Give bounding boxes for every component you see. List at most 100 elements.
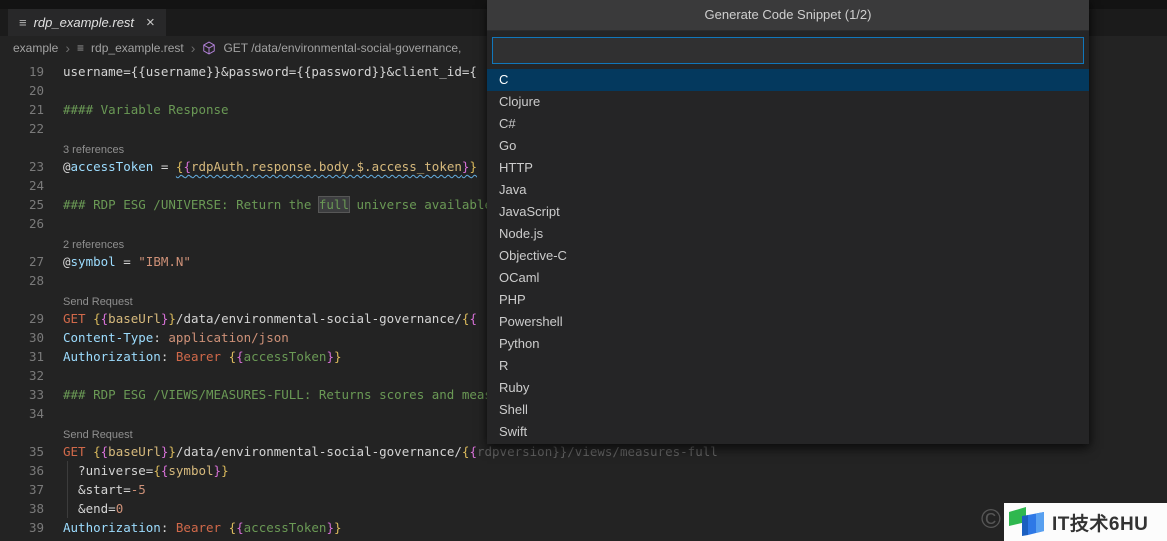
line-number: 32 <box>28 368 44 383</box>
code-token: username={{username}}&password={{passwor… <box>63 64 477 79</box>
code-token: @ <box>63 159 71 174</box>
code-token: Bearer <box>175 520 222 535</box>
quickpick-item[interactable]: Shell <box>487 399 1089 421</box>
quickpick-dialog: Generate Code Snippet (1/2) C Clojure C# Go… <box>487 0 1089 444</box>
symbol-cube-icon <box>202 41 216 55</box>
line-number: 33 <box>28 387 44 402</box>
quickpick-title: Generate Code Snippet (1/2) <box>487 0 1089 31</box>
code-token: #### Variable Response <box>63 102 229 117</box>
code-token: { <box>228 520 237 535</box>
quickpick-item[interactable]: OCaml <box>487 267 1089 289</box>
code-token: ### RDP ESG /UNIVERSE: Return the <box>63 197 319 212</box>
watermark-text: IT技术6HU <box>1052 513 1149 535</box>
code-line-content: 3 references <box>63 138 124 157</box>
code-token: } <box>213 463 222 478</box>
code-token: } <box>326 520 334 535</box>
code-token: /data/environmental-social-governance/ <box>175 444 462 459</box>
code-token: &start= <box>63 482 131 497</box>
code-line-content: &start=-5 <box>63 480 146 499</box>
code-line-content: Content-Type: application/json <box>63 328 289 347</box>
line-number: 39 <box>28 520 44 535</box>
line-number: 28 <box>28 273 44 288</box>
codelens-link[interactable]: Send Request <box>63 429 133 441</box>
line-number: 22 <box>28 121 44 136</box>
code-token: { <box>228 349 237 364</box>
line-number: 20 <box>28 83 44 98</box>
line-number: 27 <box>28 254 44 269</box>
quickpick-item[interactable]: C <box>487 69 1089 91</box>
line-number: 38 <box>28 501 44 516</box>
codelens-link[interactable]: Send Request <box>63 296 133 308</box>
line-number: 36 <box>28 463 44 478</box>
code-token: { <box>93 444 101 459</box>
quickpick-item[interactable]: JavaScript <box>487 201 1089 223</box>
quickpick-item[interactable]: Python <box>487 333 1089 355</box>
code-line-content: #### Variable Response <box>63 100 229 119</box>
code-token: application/json <box>160 330 289 345</box>
quickpick-item[interactable]: Objective-C <box>487 245 1089 267</box>
code-token: : <box>160 520 176 535</box>
breadcrumb-symbol[interactable]: GET /data/environmental-social-governanc… <box>223 41 461 55</box>
quickpick-list: C Clojure C# Go HTTP Java JavaScript Node.js Obj… <box>487 69 1089 443</box>
code-token: } <box>168 444 176 459</box>
quickpick-item[interactable]: PHP <box>487 289 1089 311</box>
tab-rdp-example-rest[interactable]: ≡ rdp_example.rest × <box>8 9 166 36</box>
code-token: } <box>168 311 176 326</box>
vscode-window: ≡ rdp_example.rest × example › ≡ rdp_exa… <box>0 0 1167 541</box>
code-token: Content-Type <box>63 330 154 345</box>
code-token: } <box>221 463 229 478</box>
quickpick-item[interactable]: Clojure <box>487 91 1089 113</box>
file-icon: ≡ <box>19 15 27 30</box>
codelens-link[interactable]: 3 references <box>63 144 124 156</box>
quickpick-input-wrap <box>487 31 1089 69</box>
quickpick-item[interactable]: Swift <box>487 421 1089 443</box>
code-token: rdpversion}}/views/measures-full <box>476 444 718 459</box>
codelens-link[interactable]: 2 references <box>63 239 124 251</box>
file-icon: ≡ <box>77 41 85 55</box>
code-token: { <box>183 159 191 174</box>
line-number: 23 <box>28 159 44 174</box>
code-line-content: &end=0 <box>63 499 123 518</box>
code-token: accessToken <box>70 159 154 174</box>
code-token: { <box>469 311 477 326</box>
chevron-right-icon: › <box>190 40 196 56</box>
code-token: Bearer <box>175 349 222 364</box>
line-number <box>0 423 63 442</box>
code-line-content: GET {{baseUrl}}/data/environmental-socia… <box>63 442 718 461</box>
code-token: } <box>333 349 342 364</box>
code-token: = <box>153 159 176 174</box>
code-token: = <box>115 254 139 269</box>
code-token: ### RDP ESG /VIEWS/MEASURES-FULL: Return… <box>63 387 523 402</box>
quickpick-item[interactable]: Node.js <box>487 223 1089 245</box>
quickpick-item[interactable]: Powershell <box>487 311 1089 333</box>
code-line-content: ### RDP ESG /UNIVERSE: Return the full u… <box>63 195 492 214</box>
quickpick-input[interactable] <box>492 37 1084 64</box>
breadcrumb-folder[interactable]: example <box>13 41 58 55</box>
code-line-content: Send Request <box>63 290 133 309</box>
quickpick-item[interactable]: R <box>487 355 1089 377</box>
line-number: 29 <box>28 311 44 326</box>
close-tab-icon[interactable]: × <box>146 15 155 30</box>
quickpick-item[interactable]: C# <box>487 113 1089 135</box>
code-token: &end= <box>63 501 116 516</box>
code-token: { <box>236 520 244 535</box>
code-row: 37 &start=-5 <box>0 480 1167 499</box>
code-line-content: GET {{baseUrl}}/data/environmental-socia… <box>63 309 477 328</box>
quickpick-item[interactable]: Ruby <box>487 377 1089 399</box>
code-token: GET <box>63 311 86 326</box>
quickpick-item[interactable]: Go <box>487 135 1089 157</box>
code-token: accessToken <box>243 520 327 535</box>
code-line-content: Authorization: Bearer {{accessToken}} <box>63 518 342 537</box>
breadcrumb-file[interactable]: rdp_example.rest <box>91 41 184 55</box>
code-token: baseUrl <box>108 444 161 459</box>
line-number: 34 <box>28 406 44 421</box>
line-number: 37 <box>28 482 44 497</box>
quickpick-item[interactable]: HTTP <box>487 157 1089 179</box>
watermark: IT技术6HU <box>1004 503 1167 541</box>
quickpick-item[interactable]: Java <box>487 179 1089 201</box>
code-token: Authorization <box>63 520 161 535</box>
line-number: 30 <box>28 330 44 345</box>
code-token: rdpAuth.response.body.$.access_token <box>190 159 462 174</box>
